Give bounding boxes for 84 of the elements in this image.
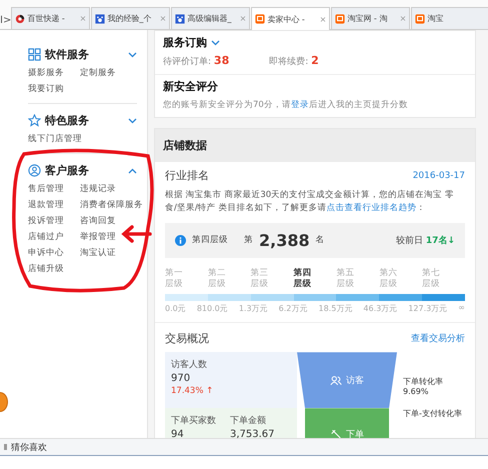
stat-label: 下单买家数 xyxy=(171,414,216,428)
trend-link[interactable]: 点击查看行业排名趋势 xyxy=(326,202,416,213)
grid-icon xyxy=(28,48,41,61)
tier-label: 第五 层级 xyxy=(336,268,356,292)
sidebar-link[interactable]: 退款管理 xyxy=(28,199,80,211)
sidebar-link[interactable]: 投诉管理 xyxy=(28,215,80,227)
stat-label: 访客人数 xyxy=(171,358,208,372)
threshold-label: 18.5万元 xyxy=(318,303,352,314)
chevron-down-icon[interactable] xyxy=(211,40,220,46)
conversion-rate: 下单转化率 9.69% xyxy=(403,376,444,396)
chevron-up-icon[interactable] xyxy=(128,168,137,174)
tier-label: 第二 层级 xyxy=(208,268,227,292)
section-title[interactable]: 特色服务 xyxy=(45,113,124,128)
threshold-label: ∞ xyxy=(458,303,465,314)
logo-icon xyxy=(15,14,26,24)
user-icon xyxy=(28,164,41,177)
funnel-stage: 访客 xyxy=(297,352,397,408)
chevron-down-icon[interactable] xyxy=(128,118,137,124)
browser-tab[interactable]: 高级编辑器_ × xyxy=(171,7,250,29)
stat-label: 下单金额 xyxy=(230,414,267,428)
paw-icon xyxy=(95,14,106,24)
threshold-label: 127.3万元 xyxy=(408,303,448,314)
stat-value: 94 xyxy=(171,429,185,438)
threshold-label: 810.0元 xyxy=(196,303,228,314)
date-label: 2016-03-17 xyxy=(412,170,465,180)
stat-value: 970 xyxy=(171,373,192,384)
bottom-bar-label[interactable]: 猜你喜欢 xyxy=(11,440,47,454)
tier-label: 第三 层级 xyxy=(250,268,270,292)
card-title: 服务订购 xyxy=(163,35,207,50)
tier-label: 第六 层级 xyxy=(379,268,398,292)
sidebar-link[interactable]: 店铺升级 xyxy=(28,263,80,275)
sidebar-link[interactable]: 线下门店管理 xyxy=(28,133,80,145)
browser-tab[interactable]: 我的经验_个 × xyxy=(91,7,170,29)
sidebar-link[interactable]: 咨询回复 xyxy=(80,215,143,227)
stat-change: 17.43% ↑ xyxy=(171,386,214,396)
sidebar-link[interactable]: 违规记录 xyxy=(80,183,143,195)
shop-icon xyxy=(335,14,346,24)
sidebar-link[interactable]: 摄影服务 xyxy=(28,67,80,79)
sidebar-toggle[interactable]: I> xyxy=(0,14,12,26)
sidebar-link[interactable]: 售后管理 xyxy=(28,183,80,195)
tier-label: 第四 层级 xyxy=(294,268,313,292)
browser-tab[interactable]: 百世快递 - × xyxy=(11,7,90,29)
stat-label: 即将续费: 2 xyxy=(269,54,319,68)
card-title: 新安全评分 xyxy=(163,79,218,94)
stat-label: 待评价订单: 38 xyxy=(163,54,230,68)
section-title[interactable]: 客户服务 xyxy=(45,163,124,178)
chevron-down-icon[interactable] xyxy=(128,52,137,58)
sidebar-link[interactable]: 淘宝认证 xyxy=(80,247,143,259)
conversion-rate: 下单-支付转化率 xyxy=(403,408,463,420)
people-icon xyxy=(330,374,342,386)
sidebar-link[interactable]: 举报管理 xyxy=(80,231,143,243)
threshold-label: 0.0元 xyxy=(165,303,186,314)
browser-tab[interactable]: 淘宝 xyxy=(411,7,488,29)
browser-tab[interactable]: 淘宝网 - 淘 × xyxy=(331,7,410,29)
section-title: 行业排名 xyxy=(165,168,209,183)
login-link[interactable]: 登录 xyxy=(290,100,309,110)
section-title[interactable]: 软件服务 xyxy=(45,47,124,62)
browser-tab[interactable]: 卖家中心 - × xyxy=(251,7,330,30)
ranking-description: 根据 淘宝集市 商家最近30天的支付宝成交金额计算，您的店铺在淘宝 零食/坚果/特产 类目排名如下，了解更多请点击查看行业排名趋势： xyxy=(165,189,455,214)
sidebar-link[interactable]: 店铺过户 xyxy=(28,231,80,243)
threshold-label: 46.3万元 xyxy=(363,303,398,314)
shop-icon xyxy=(415,14,426,24)
security-message: 您的账号新安全评分为70分，请登录后进入我的主页提升分数 xyxy=(163,99,409,111)
sidebar-link[interactable]: 我要订购 xyxy=(28,83,80,95)
info-icon xyxy=(175,234,186,246)
rank-prefix: 第 xyxy=(244,234,253,246)
section-title: 交易概况 xyxy=(165,331,209,346)
rank-value: 2,388 xyxy=(259,230,310,250)
tier-label: 第四层级 xyxy=(192,234,229,246)
sidebar-link[interactable]: 消费者保障服务 xyxy=(80,199,143,211)
tier-label: 第一 层级 xyxy=(165,268,184,292)
threshold-label: 6.2万元 xyxy=(278,303,308,314)
shop-icon xyxy=(255,14,266,24)
card-header: 店铺数据 xyxy=(155,129,475,162)
threshold-label: 1.3万元 xyxy=(238,303,268,314)
compare-value: 17名↓ xyxy=(426,234,455,246)
sidebar-link[interactable]: 申诉中心 xyxy=(28,247,80,259)
analysis-link[interactable]: 查看交易分析 xyxy=(411,332,465,346)
rank-suffix: 名 xyxy=(316,234,325,246)
paw-icon xyxy=(175,14,186,24)
tier-label: 第七 层级 xyxy=(422,268,442,292)
sidebar-link[interactable]: 定制服务 xyxy=(80,67,137,79)
compare-label: 较前日 xyxy=(396,234,423,246)
star-icon xyxy=(28,114,41,127)
